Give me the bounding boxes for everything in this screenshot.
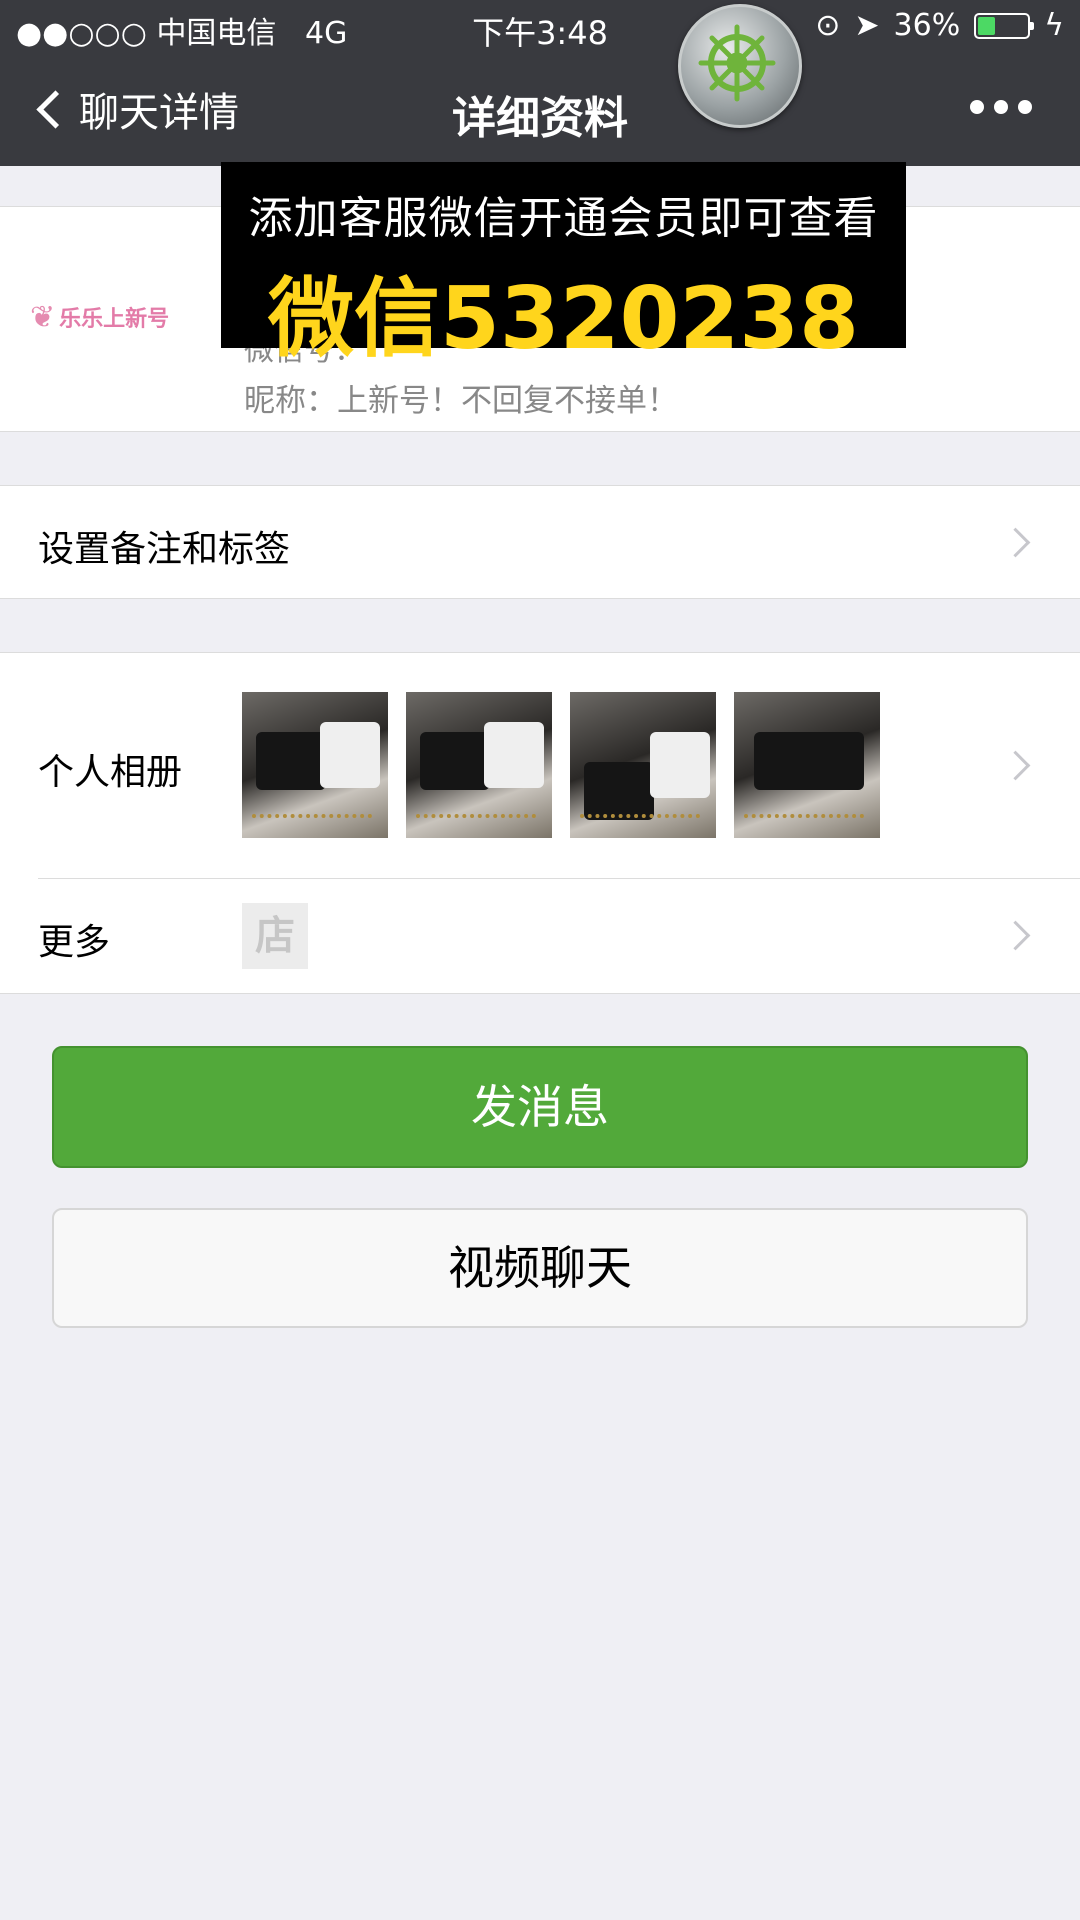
album-photo <box>570 692 716 838</box>
more-label: 更多 <box>38 922 111 963</box>
shop-icon: 店 <box>242 903 308 969</box>
heart-icon: ❦ <box>30 299 56 335</box>
battery-icon <box>974 12 1035 39</box>
album-photo <box>734 692 880 838</box>
promo-overlay-banner: 添加客服微信开通会员即可查看 微信5320238 <box>221 162 906 369</box>
album-photo <box>242 692 388 838</box>
status-right: ⊙ ➤ 36% ϟ <box>815 8 1064 43</box>
chevron-right-icon <box>1000 920 1031 951</box>
nickname: 昵称：上新号！不回复不接单！ <box>244 383 678 419</box>
ship-wheel-logo-icon <box>678 4 802 128</box>
remark-label: 设置备注和标签 <box>38 529 291 570</box>
rotation-lock-icon: ⊙ <box>815 8 841 43</box>
page-title: 详细资料 <box>452 93 628 144</box>
charging-bolt-icon: ϟ <box>1044 8 1064 43</box>
more-options-icon[interactable] <box>970 100 1032 114</box>
personal-album-cell[interactable]: 个人相册 <box>0 653 1080 878</box>
battery-fill <box>978 16 996 35</box>
album-thumbnails <box>242 692 880 838</box>
set-remark-tags-cell[interactable]: 设置备注和标签 <box>0 485 1080 599</box>
album-label: 个人相册 <box>38 752 183 793</box>
chevron-right-icon <box>1000 527 1031 558</box>
chevron-right-icon <box>1000 750 1031 781</box>
battery-percent: 36% <box>893 8 961 43</box>
more-cell[interactable]: 更多 店 <box>0 879 1080 993</box>
location-arrow-icon: ➤ <box>854 8 880 43</box>
overlay-line1: 添加客服微信开通会员即可查看 <box>248 193 879 244</box>
avatar[interactable]: ❦ 乐乐上新号 <box>30 261 200 373</box>
battery-tip <box>1030 21 1035 30</box>
navigation-header: ●●○○○ 中国电信 4G 下午3:48 ⊙ ➤ 36% ϟ 聊天详情 详细资料 <box>0 0 1080 166</box>
album-more-group: 个人相册 更多 店 <box>0 652 1080 994</box>
album-photo <box>406 692 552 838</box>
send-message-button[interactable]: 发消息 <box>52 1046 1028 1168</box>
avatar-text: 乐乐上新号 <box>59 307 170 332</box>
overlay-line2: 微信5320238 <box>268 269 859 369</box>
video-chat-button[interactable]: 视频聊天 <box>52 1208 1028 1328</box>
